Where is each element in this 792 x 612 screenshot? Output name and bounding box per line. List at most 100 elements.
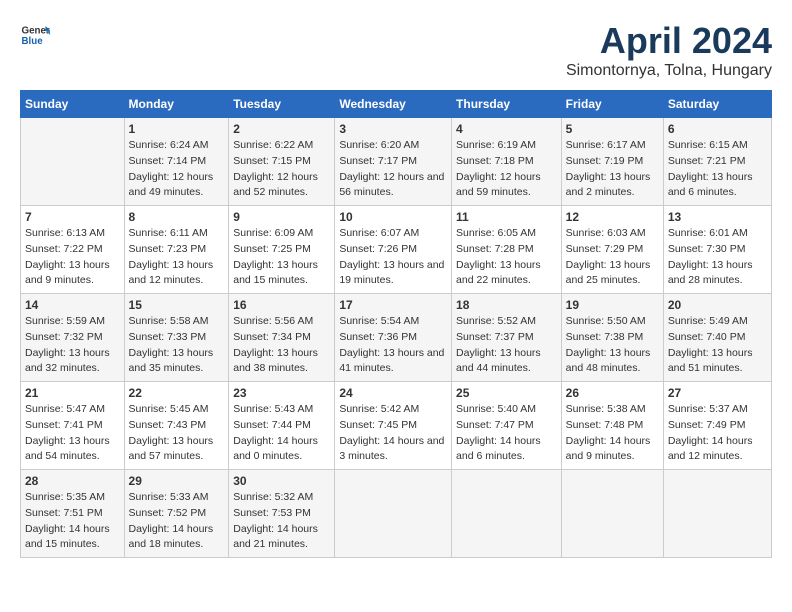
daylight: Daylight: 13 hours and 22 minutes. [456, 259, 541, 287]
day-info: Sunrise: 6:01 AM Sunset: 7:30 PM Dayligh… [668, 226, 767, 289]
daylight: Daylight: 13 hours and 28 minutes. [668, 259, 753, 287]
day-number: 28 [25, 474, 120, 488]
day-info: Sunrise: 5:37 AM Sunset: 7:49 PM Dayligh… [668, 402, 767, 465]
sunrise: Sunrise: 6:17 AM [566, 139, 646, 151]
sunset: Sunset: 7:19 PM [566, 155, 644, 167]
calendar-cell: 1 Sunrise: 6:24 AM Sunset: 7:14 PM Dayli… [124, 118, 229, 206]
daylight: Daylight: 13 hours and 9 minutes. [25, 259, 110, 287]
day-info: Sunrise: 6:13 AM Sunset: 7:22 PM Dayligh… [25, 226, 120, 289]
day-number: 29 [129, 474, 225, 488]
calendar-cell [335, 470, 452, 558]
sunrise: Sunrise: 5:38 AM [566, 403, 646, 415]
day-info: Sunrise: 5:47 AM Sunset: 7:41 PM Dayligh… [25, 402, 120, 465]
sunrise: Sunrise: 6:09 AM [233, 227, 313, 239]
sunset: Sunset: 7:37 PM [456, 331, 534, 343]
day-info: Sunrise: 5:58 AM Sunset: 7:33 PM Dayligh… [129, 314, 225, 377]
day-number: 25 [456, 386, 557, 400]
sunset: Sunset: 7:43 PM [129, 419, 207, 431]
sunrise: Sunrise: 5:59 AM [25, 315, 105, 327]
sunset: Sunset: 7:49 PM [668, 419, 746, 431]
sunset: Sunset: 7:51 PM [25, 507, 103, 519]
header-day-sunday: Sunday [21, 91, 125, 118]
day-number: 4 [456, 122, 557, 136]
day-info: Sunrise: 5:35 AM Sunset: 7:51 PM Dayligh… [25, 490, 120, 553]
logo: General Blue [20, 20, 50, 50]
day-number: 15 [129, 298, 225, 312]
day-number: 30 [233, 474, 330, 488]
day-info: Sunrise: 6:22 AM Sunset: 7:15 PM Dayligh… [233, 138, 330, 201]
day-number: 16 [233, 298, 330, 312]
daylight: Daylight: 14 hours and 12 minutes. [668, 435, 753, 463]
sunset: Sunset: 7:18 PM [456, 155, 534, 167]
sunrise: Sunrise: 6:03 AM [566, 227, 646, 239]
daylight: Daylight: 14 hours and 6 minutes. [456, 435, 541, 463]
calendar-cell: 30 Sunrise: 5:32 AM Sunset: 7:53 PM Dayl… [229, 470, 335, 558]
sunset: Sunset: 7:29 PM [566, 243, 644, 255]
calendar-cell: 13 Sunrise: 6:01 AM Sunset: 7:30 PM Dayl… [663, 206, 771, 294]
daylight: Daylight: 14 hours and 0 minutes. [233, 435, 318, 463]
daylight: Daylight: 13 hours and 19 minutes. [339, 259, 444, 287]
sunrise: Sunrise: 6:05 AM [456, 227, 536, 239]
day-number: 1 [129, 122, 225, 136]
sunset: Sunset: 7:33 PM [129, 331, 207, 343]
header-day-thursday: Thursday [452, 91, 562, 118]
daylight: Daylight: 13 hours and 44 minutes. [456, 347, 541, 375]
week-row-2: 7 Sunrise: 6:13 AM Sunset: 7:22 PM Dayli… [21, 206, 772, 294]
day-number: 11 [456, 210, 557, 224]
day-info: Sunrise: 5:33 AM Sunset: 7:52 PM Dayligh… [129, 490, 225, 553]
sunset: Sunset: 7:15 PM [233, 155, 311, 167]
calendar-cell: 21 Sunrise: 5:47 AM Sunset: 7:41 PM Dayl… [21, 382, 125, 470]
daylight: Daylight: 13 hours and 57 minutes. [129, 435, 214, 463]
day-info: Sunrise: 6:03 AM Sunset: 7:29 PM Dayligh… [566, 226, 659, 289]
calendar-header-row: SundayMondayTuesdayWednesdayThursdayFrid… [21, 91, 772, 118]
calendar-cell [452, 470, 562, 558]
day-number: 14 [25, 298, 120, 312]
sunrise: Sunrise: 5:42 AM [339, 403, 419, 415]
sunrise: Sunrise: 6:22 AM [233, 139, 313, 151]
daylight: Daylight: 12 hours and 59 minutes. [456, 171, 541, 199]
week-row-5: 28 Sunrise: 5:35 AM Sunset: 7:51 PM Dayl… [21, 470, 772, 558]
calendar-cell: 5 Sunrise: 6:17 AM Sunset: 7:19 PM Dayli… [561, 118, 663, 206]
sunrise: Sunrise: 5:33 AM [129, 491, 209, 503]
sunrise: Sunrise: 5:50 AM [566, 315, 646, 327]
header-day-monday: Monday [124, 91, 229, 118]
day-info: Sunrise: 5:38 AM Sunset: 7:48 PM Dayligh… [566, 402, 659, 465]
day-info: Sunrise: 6:20 AM Sunset: 7:17 PM Dayligh… [339, 138, 447, 201]
sunset: Sunset: 7:47 PM [456, 419, 534, 431]
day-info: Sunrise: 6:05 AM Sunset: 7:28 PM Dayligh… [456, 226, 557, 289]
daylight: Daylight: 13 hours and 48 minutes. [566, 347, 651, 375]
day-number: 19 [566, 298, 659, 312]
day-number: 8 [129, 210, 225, 224]
calendar-cell: 6 Sunrise: 6:15 AM Sunset: 7:21 PM Dayli… [663, 118, 771, 206]
daylight: Daylight: 13 hours and 35 minutes. [129, 347, 214, 375]
calendar-cell: 18 Sunrise: 5:52 AM Sunset: 7:37 PM Dayl… [452, 294, 562, 382]
sunrise: Sunrise: 5:45 AM [129, 403, 209, 415]
sunrise: Sunrise: 6:07 AM [339, 227, 419, 239]
sunset: Sunset: 7:45 PM [339, 419, 417, 431]
day-number: 23 [233, 386, 330, 400]
day-number: 22 [129, 386, 225, 400]
day-number: 26 [566, 386, 659, 400]
day-number: 24 [339, 386, 447, 400]
day-info: Sunrise: 5:50 AM Sunset: 7:38 PM Dayligh… [566, 314, 659, 377]
day-number: 13 [668, 210, 767, 224]
svg-text:Blue: Blue [22, 36, 44, 47]
sunset: Sunset: 7:36 PM [339, 331, 417, 343]
sunset: Sunset: 7:22 PM [25, 243, 103, 255]
sunset: Sunset: 7:38 PM [566, 331, 644, 343]
daylight: Daylight: 13 hours and 25 minutes. [566, 259, 651, 287]
calendar-cell: 7 Sunrise: 6:13 AM Sunset: 7:22 PM Dayli… [21, 206, 125, 294]
calendar-cell: 8 Sunrise: 6:11 AM Sunset: 7:23 PM Dayli… [124, 206, 229, 294]
daylight: Daylight: 13 hours and 12 minutes. [129, 259, 214, 287]
sunrise: Sunrise: 5:40 AM [456, 403, 536, 415]
daylight: Daylight: 14 hours and 9 minutes. [566, 435, 651, 463]
day-number: 5 [566, 122, 659, 136]
day-info: Sunrise: 5:40 AM Sunset: 7:47 PM Dayligh… [456, 402, 557, 465]
sunset: Sunset: 7:28 PM [456, 243, 534, 255]
day-info: Sunrise: 5:32 AM Sunset: 7:53 PM Dayligh… [233, 490, 330, 553]
sunset: Sunset: 7:21 PM [668, 155, 746, 167]
calendar-cell: 16 Sunrise: 5:56 AM Sunset: 7:34 PM Dayl… [229, 294, 335, 382]
calendar-cell [561, 470, 663, 558]
sunset: Sunset: 7:41 PM [25, 419, 103, 431]
day-number: 18 [456, 298, 557, 312]
